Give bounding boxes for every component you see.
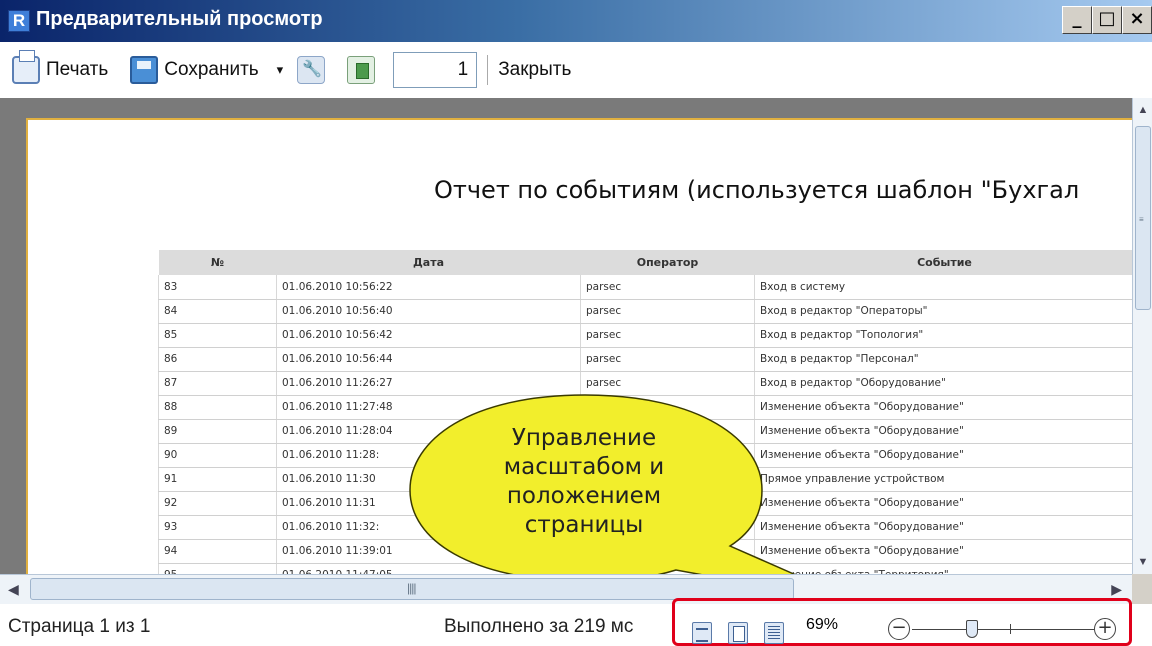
zoom-out-button[interactable]: − [888, 618, 910, 640]
page-info: Страница 1 из 1 [8, 616, 151, 637]
execution-time: Выполнено за 219 мс [444, 616, 634, 637]
scroll-corner [1132, 574, 1152, 604]
zoom-in-button[interactable]: + [1094, 618, 1116, 640]
grip-icon: ≡ [1139, 215, 1144, 224]
scroll-right-icon[interactable]: ▶ [1111, 581, 1122, 598]
callout-line: страницы [524, 512, 644, 538]
multi-page-icon[interactable] [764, 622, 784, 644]
vertical-scroll-thumb[interactable]: ≡ [1135, 126, 1151, 310]
grip-icon: |||| [407, 581, 417, 595]
callout-line: положением [506, 483, 662, 509]
status-bar: Страница 1 из 1 Выполнено за 219 мс [0, 598, 1152, 646]
zoom-slider-thumb[interactable] [966, 620, 978, 638]
page-width-icon[interactable] [692, 622, 712, 644]
zoom-percent: 69% [806, 616, 839, 633]
whole-page-icon[interactable] [728, 622, 748, 644]
vertical-scrollbar[interactable]: ▲ ≡ ▼ [1132, 98, 1152, 574]
callout-line: Управление [511, 425, 657, 451]
scroll-down-icon[interactable]: ▼ [1134, 552, 1152, 572]
scroll-up-icon[interactable]: ▲ [1134, 100, 1152, 120]
callout-text: Управление масштабом и положением страни… [464, 424, 704, 540]
callout-line: масштабом и [503, 454, 665, 480]
callout-bubble [409, 394, 863, 605]
zoom-slider-track[interactable] [912, 629, 1094, 630]
scroll-left-icon[interactable]: ◀ [8, 581, 19, 598]
zoom-slider-tick [1010, 624, 1011, 634]
horizontal-scroll-thumb[interactable]: |||| [30, 578, 794, 600]
